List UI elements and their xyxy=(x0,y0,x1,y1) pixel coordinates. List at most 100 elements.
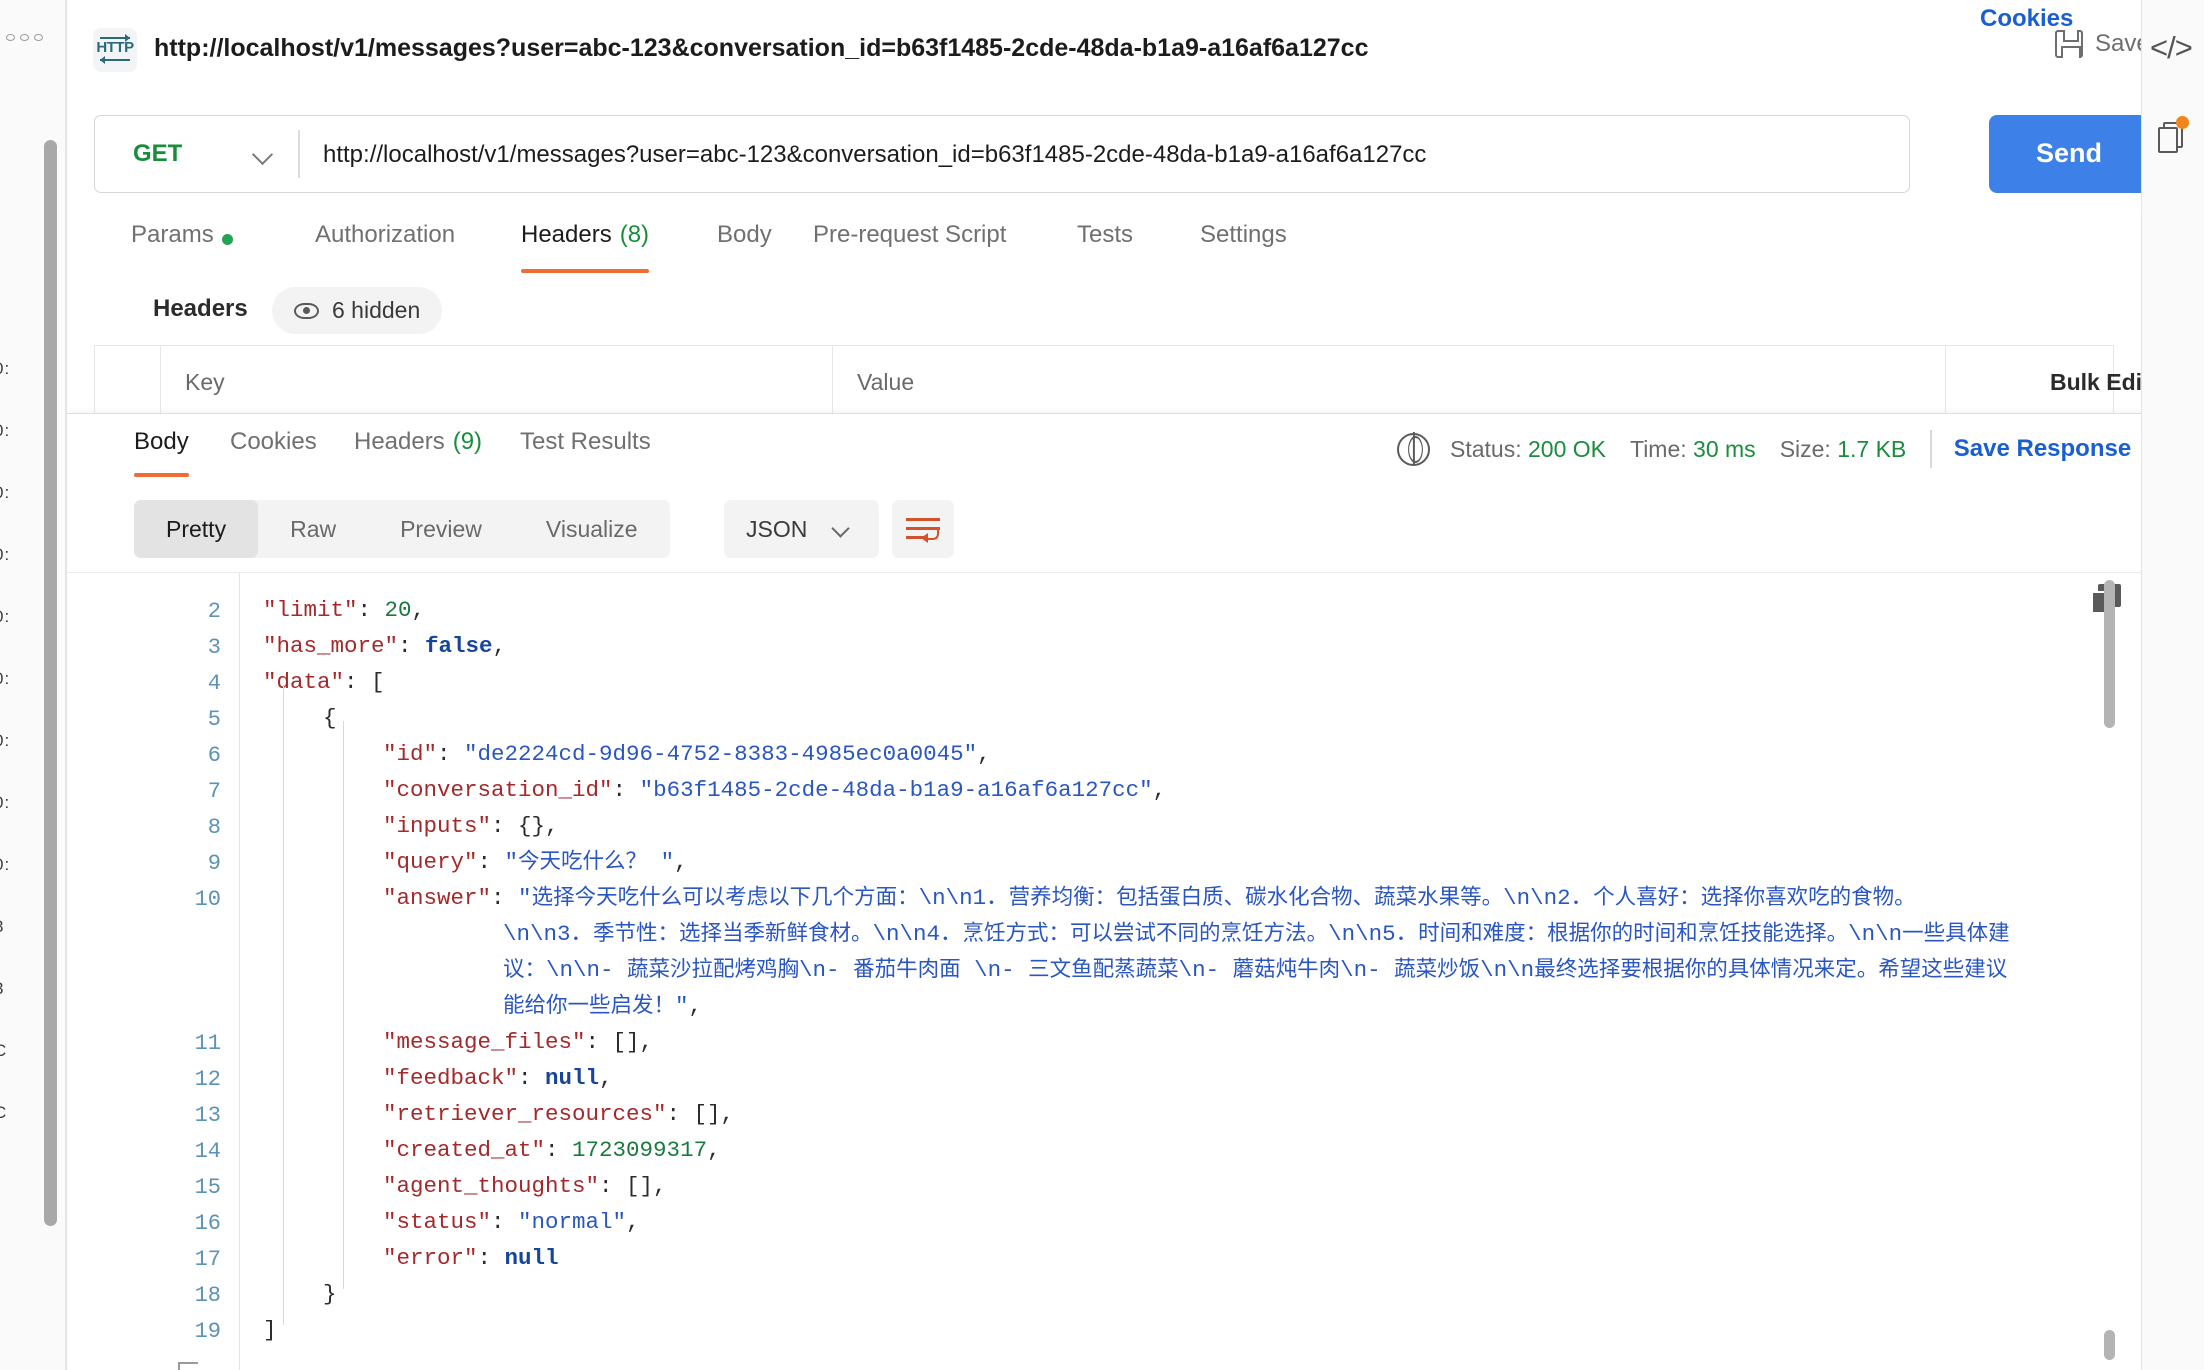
response-tab-body[interactable]: Body xyxy=(134,422,189,480)
tab-authorization[interactable]: Authorization xyxy=(315,216,455,282)
sidebar-ghost-row[interactable]: 3 xyxy=(0,979,4,999)
dot-3 xyxy=(34,34,43,41)
sidebar-ghost-row[interactable]: 0: xyxy=(0,545,10,565)
http-protocol-icon: HTTP xyxy=(93,28,137,72)
grip-line-h xyxy=(178,1362,198,1364)
sidebar-ghost-row[interactable]: 0: xyxy=(0,607,10,627)
indent-guide xyxy=(343,721,344,1289)
line-number: 9 xyxy=(208,851,221,876)
code-content[interactable]: "limit": 20,"has_more": false,"data": [{… xyxy=(239,573,2141,1370)
tab-headers[interactable]: Headers(8) xyxy=(521,216,649,282)
tab-body[interactable]: Body xyxy=(717,216,772,282)
code-line: 议：\n\n- 蔬菜沙拉配烤鸡胸\n- 番茄牛肉面 \n- 三文鱼配蒸蔬菜\n-… xyxy=(503,959,2007,982)
table-checkbox-column xyxy=(95,346,161,415)
bulk-edit-button[interactable]: Bulk Edit xyxy=(2050,369,2141,396)
code-line: "answer": "选择今天吃什么可以考虑以下几个方面：\n\n1．营养均衡：… xyxy=(383,887,1916,910)
http-method-select[interactable]: GET xyxy=(95,116,298,191)
save-button-label: Save xyxy=(2095,30,2141,58)
time-value: 30 ms xyxy=(1693,436,1756,462)
response-scrollbar[interactable] xyxy=(2104,580,2115,728)
code-snippet-icon[interactable]: </> xyxy=(2150,30,2192,66)
column-header-key-label: Key xyxy=(185,369,225,396)
code-line: } xyxy=(323,1283,337,1306)
code-line: { xyxy=(323,707,337,730)
response-tab-label: Headers xyxy=(354,428,445,456)
status-divider xyxy=(1930,430,1932,468)
code-line: \n\n3．季节性：选择当季新鲜食材。\n\n4．烹饪方式：可以尝试不同的烹饪方… xyxy=(503,923,2010,946)
cookies-link[interactable]: Cookies xyxy=(1980,5,2073,33)
response-tab-label: Body xyxy=(134,428,189,456)
eye-icon xyxy=(294,303,319,319)
table-header-value: Value xyxy=(833,346,1946,415)
main-pane: HTTP http://localhost/v1/messages?user=a… xyxy=(67,0,2141,1370)
hidden-headers-label: 6 hidden xyxy=(332,297,420,324)
sidebar-ghost-row[interactable]: 3 xyxy=(0,917,4,937)
line-number: 4 xyxy=(208,671,221,696)
sidebar-ghost-row[interactable]: 0: xyxy=(0,855,10,875)
send-button-label: Send xyxy=(1989,138,2141,169)
line-number: 18 xyxy=(195,1283,221,1308)
doc-sheet-front xyxy=(2158,127,2178,153)
url-box: GET xyxy=(94,115,1910,193)
sidebar-ghost-row[interactable]: 0: xyxy=(0,359,10,379)
response-horizontal-scrollbar[interactable] xyxy=(2104,1330,2115,1360)
sidebar-ghost-row[interactable]: 0: xyxy=(0,421,10,441)
tab-label: Headers xyxy=(521,221,612,249)
column-header-value-label: Value xyxy=(857,369,914,396)
sidebar-ghost-row[interactable]: C xyxy=(0,1041,7,1061)
code-line: "conversation_id": "b63f1485-2cde-48da-b… xyxy=(383,779,1166,802)
tab-label: Settings xyxy=(1200,221,1287,249)
save-button[interactable]: Save xyxy=(2055,30,2141,58)
status-value: 200 OK xyxy=(1528,436,1606,462)
headers-section-title: Headers xyxy=(153,295,248,323)
tab-pre-request-script[interactable]: Pre-request Script xyxy=(813,216,1006,282)
more-dots-icon[interactable] xyxy=(6,34,43,41)
wrap-return-arrow xyxy=(925,527,939,540)
tab-params[interactable]: Params xyxy=(131,216,233,282)
send-button[interactable]: Send xyxy=(1989,115,2141,193)
tab-settings[interactable]: Settings xyxy=(1200,216,1287,282)
word-wrap-icon[interactable] xyxy=(892,500,954,558)
chevron-down-icon xyxy=(252,144,273,165)
line-number-gutter: 2345678910111213141516171819 xyxy=(67,573,239,1370)
tab-tests[interactable]: Tests xyxy=(1077,216,1133,282)
status-label: Status: xyxy=(1450,436,1522,462)
sidebar-ghost-row[interactable]: C xyxy=(0,1103,7,1123)
hidden-headers-toggle[interactable]: 6 hidden xyxy=(272,287,442,334)
http-method-label: GET xyxy=(133,140,182,168)
sidebar-scrollbar[interactable] xyxy=(44,140,57,1226)
response-body-editor[interactable]: 2345678910111213141516171819 "limit": 20… xyxy=(67,572,2141,1370)
page-title: http://localhost/v1/messages?user=abc-12… xyxy=(154,34,1368,63)
code-line: "retriever_resources": [], xyxy=(383,1103,734,1126)
sidebar-ghost-row[interactable]: 0: xyxy=(0,793,10,813)
code-line: "data": [ xyxy=(263,671,385,694)
response-tab-headers[interactable]: Headers(9) xyxy=(354,422,482,480)
sidebar-strip: \\0:0:0:0:0:0:0:0:0:33CC xyxy=(0,0,66,1370)
time-label: Time: xyxy=(1630,436,1687,462)
headers-section: Headers 6 hidden Key Value Bulk Edit xyxy=(67,282,2141,412)
code-line: "message_files": [], xyxy=(383,1031,653,1054)
sidebar-ghost-row[interactable]: 0: xyxy=(0,483,10,503)
response-tab-test-results[interactable]: Test Results xyxy=(520,422,651,480)
sidebar-ghost-row[interactable]: 0: xyxy=(0,669,10,689)
active-tab-underline xyxy=(134,473,189,477)
line-number: 16 xyxy=(195,1211,221,1236)
line-number: 10 xyxy=(195,887,221,912)
view-mode-pretty[interactable]: Pretty xyxy=(134,500,258,558)
view-mode-preview[interactable]: Preview xyxy=(368,500,514,558)
tab-label: Body xyxy=(717,221,772,249)
url-input[interactable] xyxy=(323,136,1893,174)
resize-grip[interactable] xyxy=(178,1348,198,1368)
response-tab-cookies[interactable]: Cookies xyxy=(230,422,317,480)
view-mode-visualize[interactable]: Visualize xyxy=(514,500,670,558)
view-mode-raw[interactable]: Raw xyxy=(258,500,368,558)
response-language-select[interactable]: JSON xyxy=(724,500,879,558)
status-badge: Status: 200 OK xyxy=(1450,436,1606,463)
code-line: ] xyxy=(263,1319,277,1342)
sidebar-ghost-row[interactable]: 0: xyxy=(0,731,10,751)
response-status-bar: Status: 200 OK Time: 30 ms Size: 1.7 KB … xyxy=(1397,430,2141,468)
table-header-key: Key xyxy=(161,346,833,415)
save-response-button[interactable]: Save Response xyxy=(1954,435,2131,463)
line-number: 11 xyxy=(195,1031,221,1056)
code-line: "inputs": {}, xyxy=(383,815,559,838)
